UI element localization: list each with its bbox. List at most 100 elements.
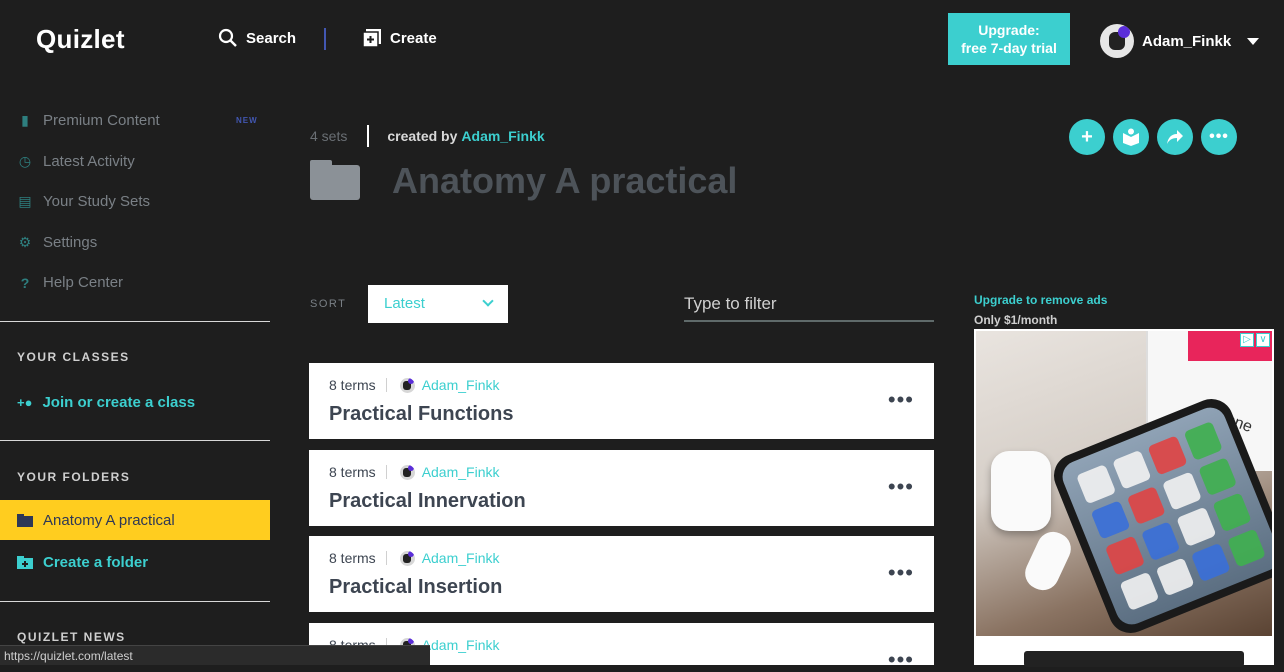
term-count: 8 terms [329,377,376,393]
sidebar-item-premium-content[interactable]: ▮ Premium Content [17,112,160,129]
search-icon [218,28,237,47]
plus-icon: + [1081,125,1093,148]
add-people-icon: +● [17,395,33,410]
folders-heading: YOUR FOLDERS [17,470,131,484]
create-icon [362,29,381,48]
ad-image[interactable]: iPhone ▷ ∨ [976,331,1272,636]
user-menu[interactable]: Adam_Finkk [1100,24,1260,58]
create-label: Create [390,29,437,47]
advertisement[interactable]: iPhone ▷ ∨ [974,329,1274,667]
set-title[interactable]: Practical Functions [329,403,514,426]
quizlet-logo[interactable]: Quizlet [36,24,125,55]
sidebar-divider [0,440,270,441]
set-meta: 8 terms Adam_Finkk [329,550,500,566]
sidebar-item-label: Premium Content [43,112,160,129]
folder-plus-icon [17,556,33,569]
set-meta: 8 terms Adam_Finkk [329,464,500,480]
set-options-button[interactable]: ••• [888,649,914,671]
sets-icon: ▤ [18,193,32,209]
meta-divider [367,125,370,147]
new-badge: NEW [236,116,258,125]
nav-divider [324,28,326,50]
sidebar-item-study-sets[interactable]: ▤ Your Study Sets [17,193,150,210]
upgrade-line-2: free 7-day trial [961,40,1057,56]
sidebar-folder-anatomy[interactable]: Anatomy A practical [0,500,270,540]
join-class-link[interactable]: +● Join or create a class [17,394,195,411]
sidebar-item-label: Latest Activity [43,153,135,170]
author-link[interactable]: Adam_Finkk [422,377,500,393]
create-folder-label: Create a folder [43,554,149,571]
page-title: Anatomy A practical [392,160,738,201]
more-icon: ••• [1209,128,1229,145]
book-icon [1123,128,1139,146]
chevron-down-icon [1247,37,1260,45]
upgrade-line-1: Upgrade: [978,22,1040,38]
folder-label: Anatomy A practical [43,511,175,529]
remove-ads-link[interactable]: Upgrade to remove ads [974,293,1107,307]
set-card[interactable]: 8 terms Adam_Finkk Practical Innervation… [309,450,934,526]
sidebar-divider [0,601,270,602]
question-icon: ? [20,274,30,291]
sort-value: Latest [384,295,425,312]
ad-choices[interactable]: ▷ ∨ [1240,333,1270,347]
create-folder-link[interactable]: Create a folder [17,554,148,571]
username: Adam_Finkk [1142,32,1232,50]
set-card[interactable]: 8 terms Adam_Finkk Practical Insertion •… [309,536,934,612]
sidebar-item-help-center[interactable]: ? Help Center [17,274,123,291]
author-link[interactable]: Adam_Finkk [422,637,500,653]
gear-icon: ⚙ [18,234,32,250]
add-set-button[interactable]: + [1069,119,1105,155]
ad-info-icon[interactable]: ▷ [1240,333,1254,347]
clock-icon: ◷ [18,153,32,169]
author-avatar [399,464,415,480]
chevron-down-icon [482,295,494,307]
create-button[interactable]: Create [362,28,437,48]
term-count: 8 terms [329,550,376,566]
set-card[interactable]: 8 terms Adam_Finkk Practical Functions •… [309,363,934,439]
sidebar-item-latest-activity[interactable]: ◷ Latest Activity [17,153,135,170]
set-options-button[interactable]: ••• [888,389,914,411]
share-button[interactable] [1157,119,1193,155]
avatar [1100,24,1134,58]
sort-dropdown[interactable]: Latest [368,285,508,323]
creator-link[interactable]: Adam_Finkk [461,128,544,144]
folder-large-icon [310,160,360,200]
browser-status-bar: https://quizlet.com/latest [0,645,430,665]
top-bar: Quizlet Search Create Upgrade: free 7-da… [0,0,1284,80]
premium-icon: ▮ [21,112,29,128]
join-class-label: Join or create a class [42,394,196,411]
meta-separator [385,465,387,479]
set-options-button[interactable]: ••• [888,476,914,498]
search-label: Search [246,29,297,47]
author-avatar [399,550,415,566]
set-meta: 8 terms Adam_Finkk [329,377,500,393]
set-options-button[interactable]: ••• [888,562,914,584]
author-avatar [399,377,415,393]
term-count: 8 terms [329,464,376,480]
phone-image [1047,392,1272,636]
airpod-image [1019,526,1077,596]
ad-price: Only $1/month [974,313,1058,327]
study-button[interactable] [1113,119,1149,155]
author-link[interactable]: Adam_Finkk [422,550,500,566]
sidebar-item-label: Settings [43,234,98,251]
ad-close-icon[interactable]: ∨ [1256,333,1270,347]
sidebar-divider [0,321,270,322]
sidebar-item-label: Help Center [43,274,124,291]
folder-icon [17,513,33,527]
more-options-button[interactable]: ••• [1201,119,1237,155]
author-link[interactable]: Adam_Finkk [422,464,500,480]
set-count: 4 sets [310,128,348,144]
upgrade-button[interactable]: Upgrade: free 7-day trial [948,13,1070,65]
set-title[interactable]: Practical Insertion [329,576,502,599]
meta-separator [385,551,387,565]
created-by-label: created by [387,128,458,144]
news-heading: QUIZLET NEWS [17,630,126,644]
filter-input[interactable] [684,288,934,322]
set-title[interactable]: Practical Innervation [329,490,526,513]
sort-label: SORT [310,298,347,310]
search-button[interactable]: Search [218,28,296,48]
sidebar-item-label: Your Study Sets [43,193,151,210]
share-icon [1167,130,1183,144]
sidebar-item-settings[interactable]: ⚙ Settings [17,234,97,251]
